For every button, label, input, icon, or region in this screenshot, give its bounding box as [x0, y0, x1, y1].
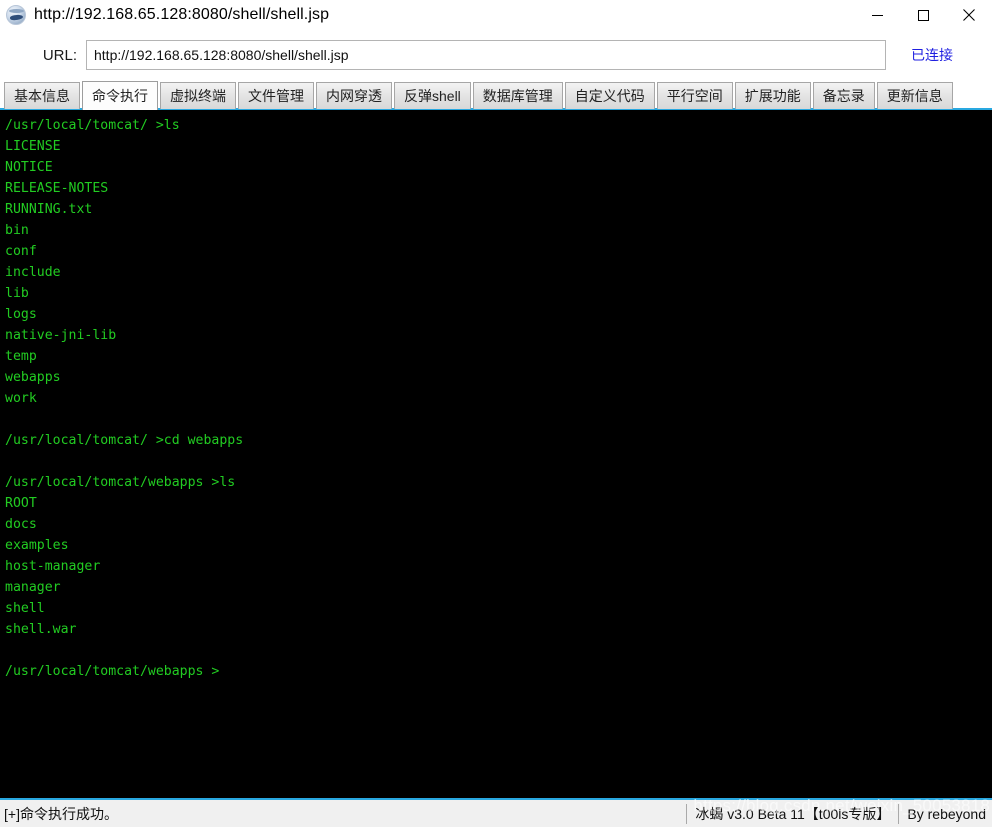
maximize-icon[interactable]: [900, 0, 946, 31]
terminal-line: native-jni-lib: [5, 328, 117, 343]
terminal-line: lib: [5, 286, 29, 301]
title-bar: http://192.168.65.128:8080/shell/shell.j…: [0, 0, 992, 31]
terminal-line: /usr/local/tomcat/ >cd webapps: [5, 433, 244, 448]
terminal-line: ROOT: [5, 496, 37, 511]
status-message: [+]命令执行成功。: [4, 805, 118, 822]
tab-7[interactable]: 自定义代码: [564, 82, 655, 109]
tab-2[interactable]: 虚拟终端: [160, 82, 236, 109]
tab-4[interactable]: 内网穿透: [316, 82, 392, 109]
tab-0[interactable]: 基本信息: [4, 82, 80, 109]
terminal-line: logs: [5, 307, 37, 322]
terminal-line: RELEASE-NOTES: [5, 181, 109, 196]
tab-3[interactable]: 文件管理: [238, 82, 314, 109]
tab-label: 命令执行: [92, 88, 148, 104]
version-label: 冰蝎 v3.0 Beta 11【t00ls专版】: [695, 805, 891, 822]
url-bar: URL: 已连接: [0, 31, 992, 79]
terminal-line: work: [5, 391, 37, 406]
tab-label: 数据库管理: [482, 88, 553, 104]
tab-5[interactable]: 反弹shell: [394, 82, 471, 109]
terminal-line: shell.war: [5, 622, 77, 637]
application-window: http://192.168.65.128:8080/shell/shell.j…: [0, 0, 992, 827]
tab-label: 内网穿透: [326, 88, 382, 104]
status-divider: [898, 803, 900, 824]
tab-label: 平行空间: [666, 88, 723, 104]
tab-label: 更新信息: [886, 88, 943, 104]
terminal-line: webapps: [5, 370, 61, 385]
status-divider: [686, 803, 688, 824]
tab-label: 基本信息: [14, 88, 70, 104]
window-title: http://192.168.65.128:8080/shell/shell.j…: [34, 6, 330, 23]
terminal-line: include: [5, 265, 61, 280]
tab-10[interactable]: 备忘录: [812, 82, 875, 109]
terminal-line: /usr/local/tomcat/webapps >: [5, 664, 220, 679]
app-scorpion-icon: [6, 5, 26, 25]
terminal-line: bin: [5, 223, 29, 238]
window-controls: [854, 0, 992, 31]
terminal-line: docs: [5, 517, 37, 532]
terminal-line: NOTICE: [5, 160, 53, 175]
terminal-line: LICENSE: [5, 139, 61, 154]
connection-status-link[interactable]: 已连接: [886, 45, 978, 65]
tab-label: 扩展功能: [744, 88, 801, 104]
tab-11[interactable]: 更新信息: [876, 82, 953, 109]
status-right-group: 冰蝎 v3.0 Beta 11【t00ls专版】 By rebeyond: [678, 803, 992, 824]
tab-label: 反弹shell: [404, 88, 461, 104]
url-input[interactable]: [86, 40, 886, 70]
minimize-icon[interactable]: [854, 0, 900, 31]
terminal-line: manager: [5, 580, 61, 595]
tab-8[interactable]: 平行空间: [656, 82, 733, 109]
terminal-line: /usr/local/tomcat/webapps >ls: [5, 475, 236, 490]
tab-label: 备忘录: [822, 88, 865, 104]
author-label: By rebeyond: [907, 805, 986, 822]
close-icon[interactable]: [946, 0, 992, 31]
tab-6[interactable]: 数据库管理: [472, 82, 563, 109]
terminal-line: temp: [5, 349, 37, 364]
terminal-output[interactable]: /usr/local/tomcat/ >ls LICENSE NOTICE RELEA…: [0, 110, 992, 798]
url-label: URL:: [42, 46, 77, 64]
tab-9[interactable]: 扩展功能: [734, 82, 811, 109]
tab-label: 文件管理: [248, 88, 304, 104]
terminal-line: host-manager: [5, 559, 101, 574]
terminal-line: RUNNING.txt: [5, 202, 93, 217]
status-bar: [+]命令执行成功。 冰蝎 v3.0 Beta 11【t00ls专版】 By r…: [0, 796, 992, 827]
tab-strip: 基本信息 命令执行 虚拟终端 文件管理 内网穿透 反弹shell 数据库管理 自定义代码 平行空…: [0, 79, 992, 110]
tab-1[interactable]: 命令执行: [82, 81, 158, 110]
terminal-line: conf: [5, 244, 37, 259]
terminal-line: shell: [5, 601, 45, 616]
tab-label: 虚拟终端: [170, 88, 226, 104]
tab-label: 自定义代码: [574, 88, 645, 104]
terminal-line: examples: [5, 538, 69, 553]
terminal-line: /usr/local/tomcat/ >ls: [5, 118, 180, 133]
